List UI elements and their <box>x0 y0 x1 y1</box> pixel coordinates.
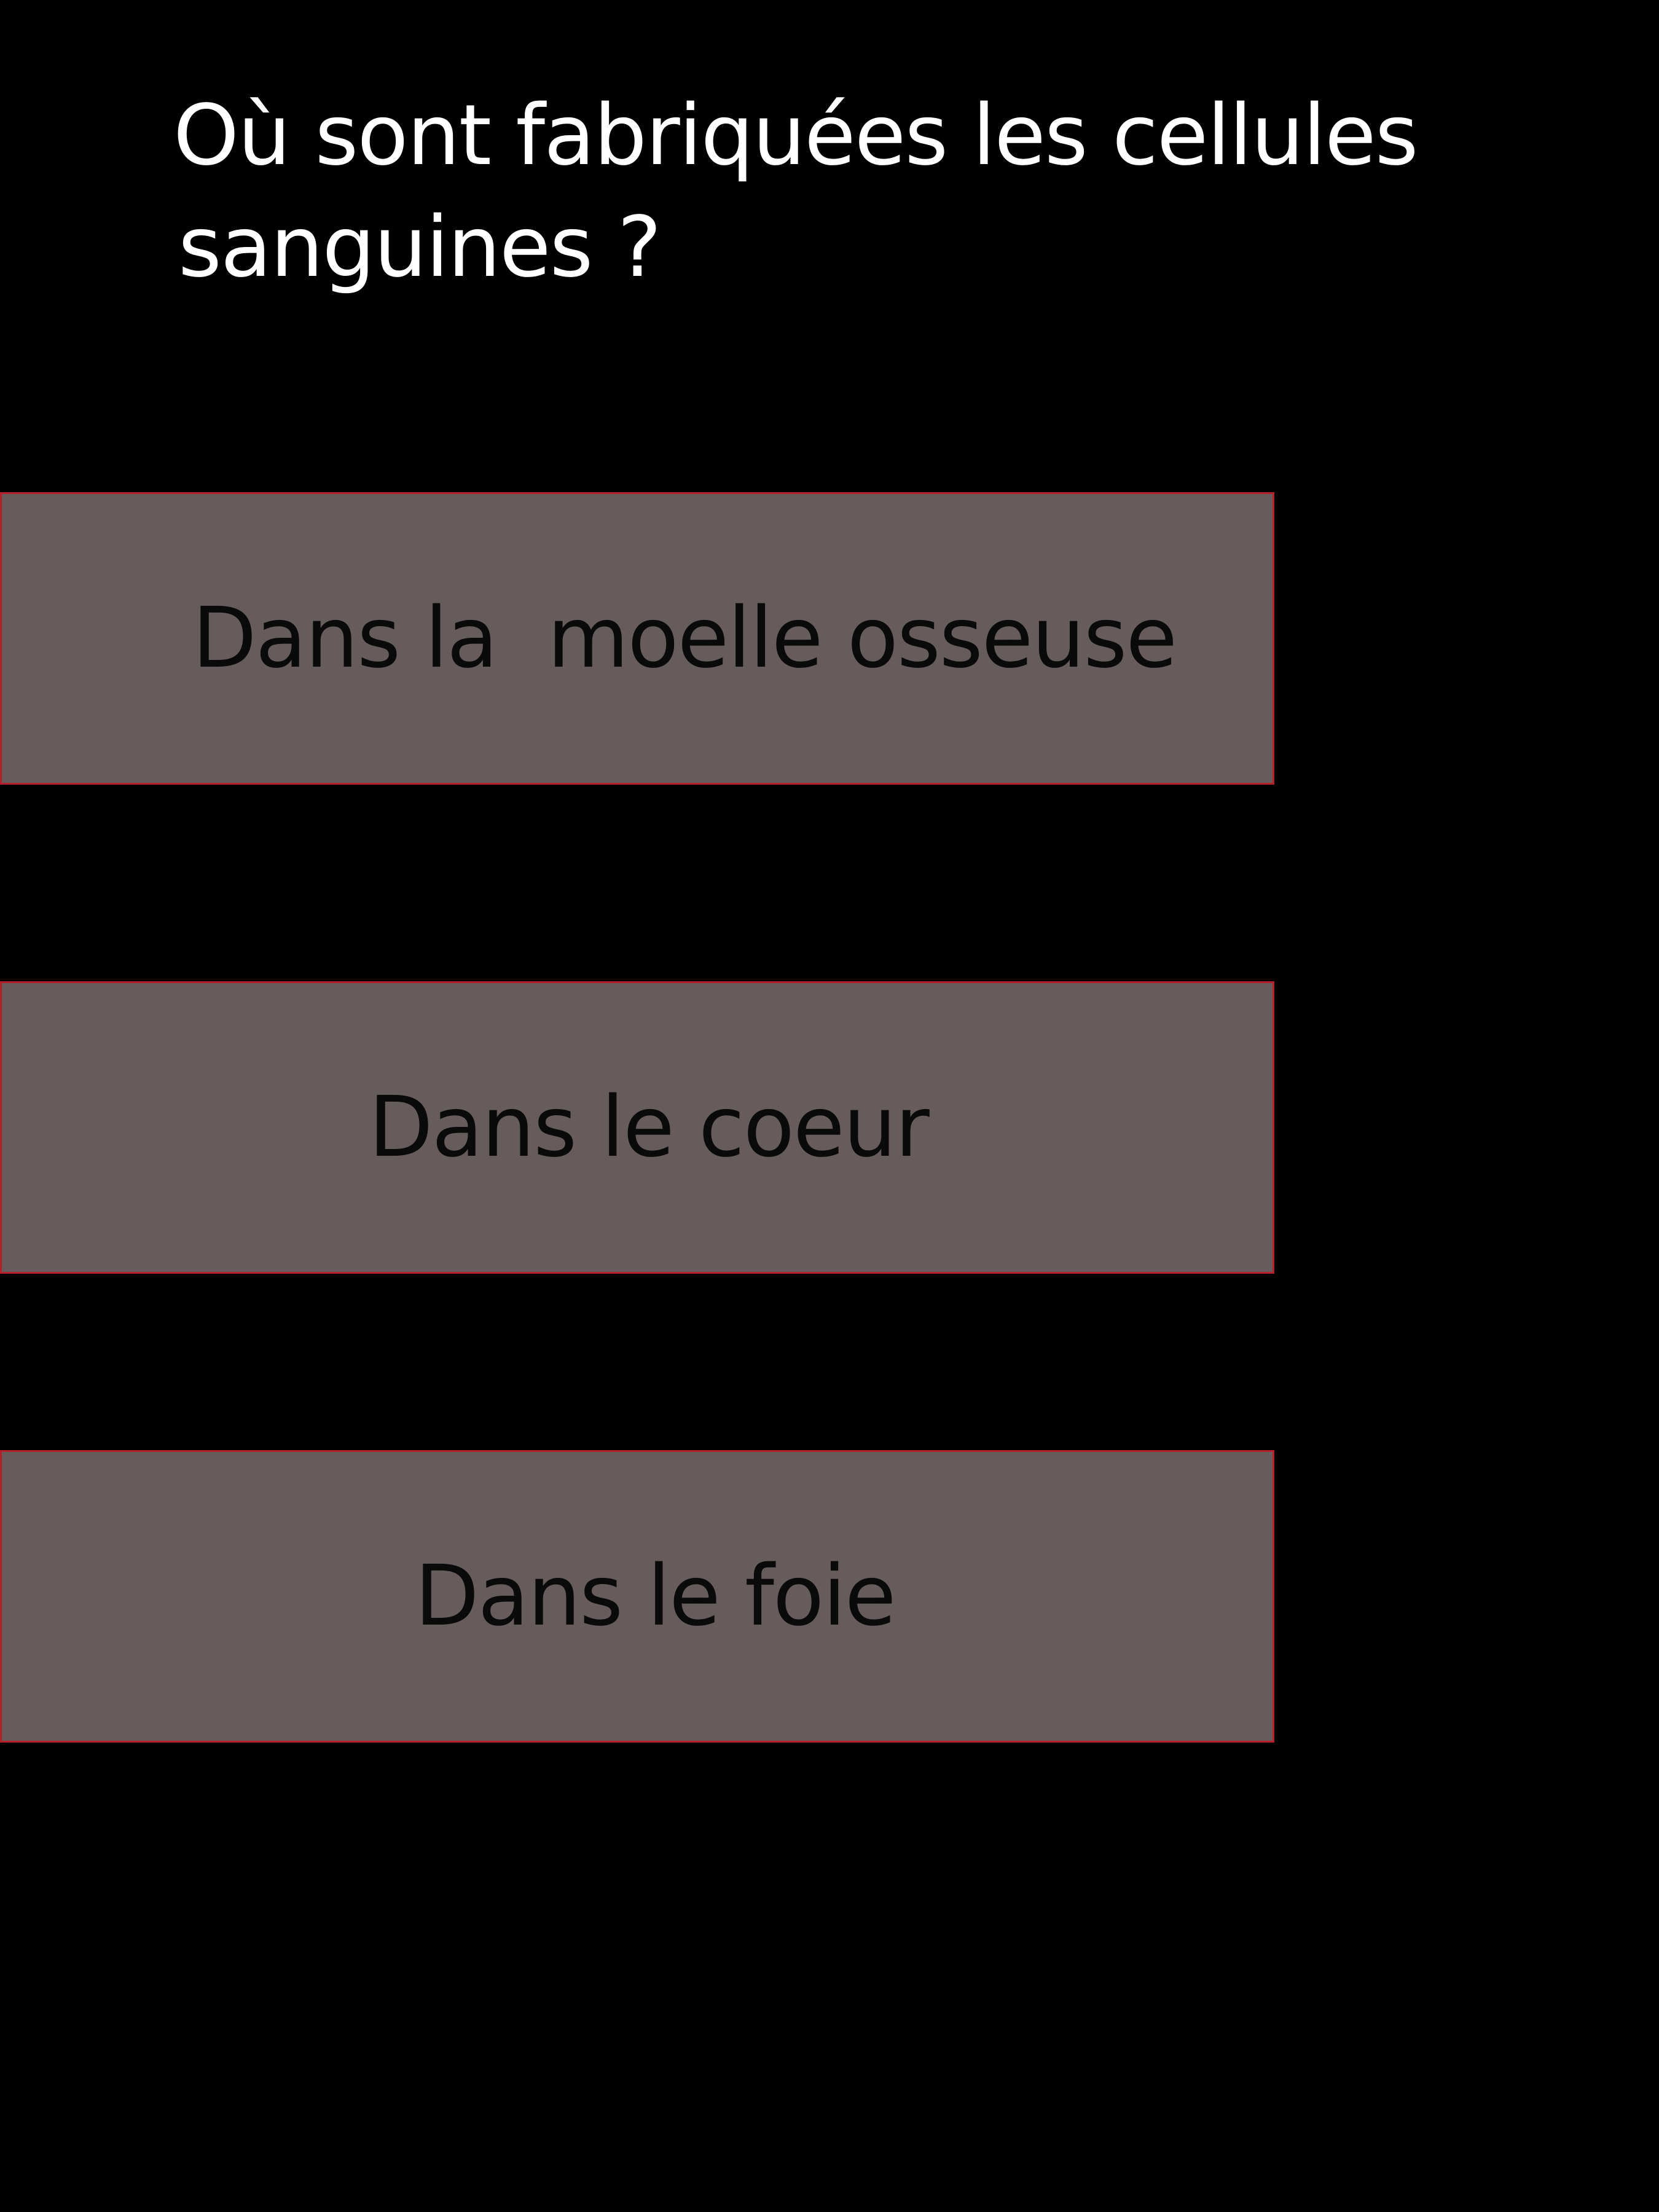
answer-button-coeur[interactable]: Dans le coeur <box>0 981 1274 1274</box>
question-text: Où sont fabriquées les cellules sanguine… <box>173 80 1464 304</box>
answer-label: Dans le coeur <box>369 1079 930 1176</box>
answer-button-moelle-osseuse[interactable]: Dans la moelle osseuse <box>0 492 1274 785</box>
question-line-2: sanguines ? <box>178 199 662 296</box>
question-line-1: Où sont fabriquées les cellules <box>173 87 1419 184</box>
answer-label: Dans la moelle osseuse <box>192 590 1177 687</box>
answer-button-foie[interactable]: Dans le foie <box>0 1450 1274 1743</box>
answer-label: Dans le foie <box>415 1548 896 1645</box>
